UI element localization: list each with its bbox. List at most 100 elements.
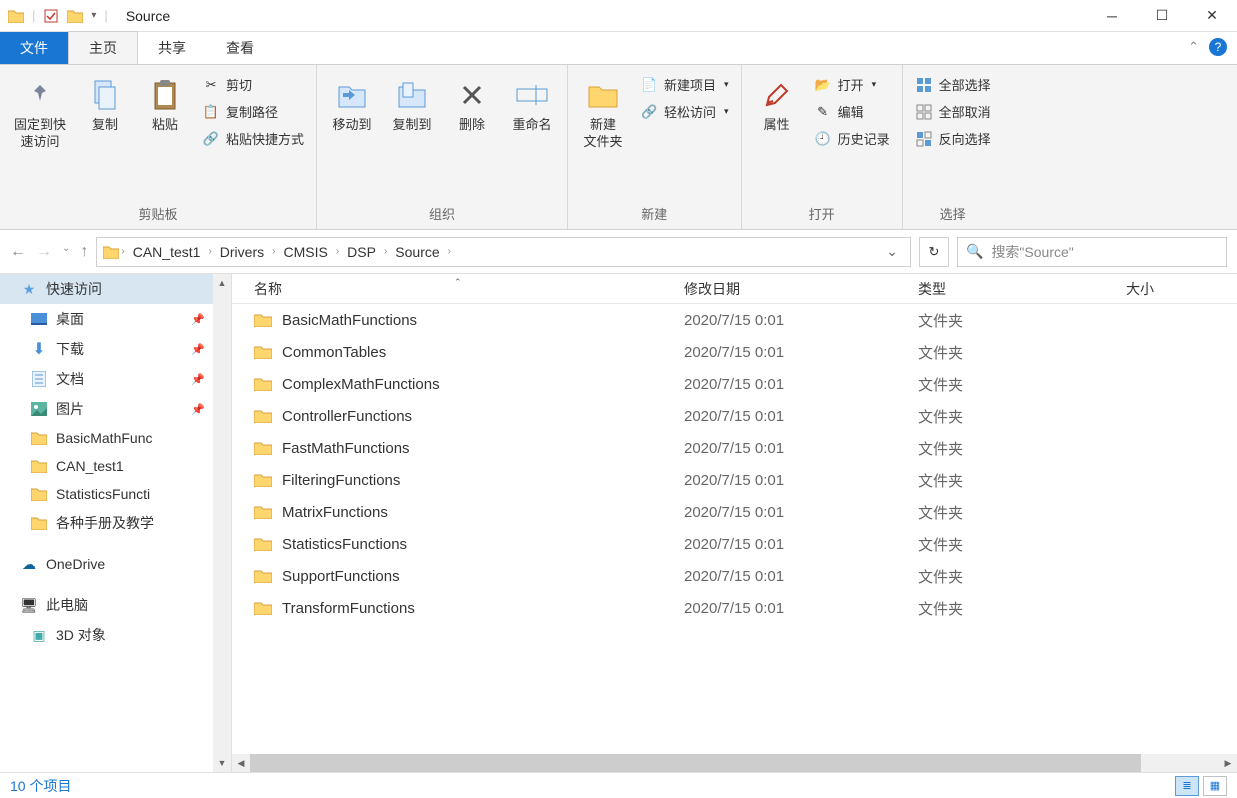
sidebar-item[interactable]: CAN_test1 [0,452,231,480]
table-row[interactable]: ComplexMathFunctions2020/7/15 0:01文件夹 [232,368,1237,400]
properties-button[interactable]: 属性 [750,73,804,138]
help-icon[interactable]: ? [1209,38,1227,56]
table-row[interactable]: BasicMathFunctions2020/7/15 0:01文件夹 [232,304,1237,336]
qat-folder-icon[interactable] [67,9,83,23]
minimize-button[interactable]: ─ [1087,0,1137,32]
pin-quick-access-button[interactable]: 固定到快 速访问 [8,73,72,155]
easy-access-button[interactable]: 🔗轻松访问▾ [636,100,733,123]
sidebar-item[interactable]: ⬇下载📌 [0,334,231,364]
paste-button[interactable]: 粘贴 [138,73,192,138]
scroll-left-icon[interactable]: ◀ [232,754,250,772]
maximize-button[interactable]: ☐ [1137,0,1187,32]
sidebar-item[interactable]: BasicMathFunc [0,424,231,452]
open-button[interactable]: 📂打开▾ [810,73,894,96]
table-row[interactable]: FilteringFunctions2020/7/15 0:01文件夹 [232,464,1237,496]
sidebar-item[interactable]: 文档📌 [0,364,231,394]
group-clipboard: 固定到快 速访问 复制 粘贴 ✂剪切 📋复制路径 🔗粘贴快捷方式 剪贴板 [0,65,317,229]
scroll-thumb[interactable] [250,754,1141,772]
select-none-button[interactable]: 全部取消 [911,100,995,123]
sidebar-item-label: StatisticsFuncti [56,486,150,502]
breadcrumb-dropdown[interactable]: ⌄ [880,243,904,260]
copy-to-button[interactable]: 复制到 [385,73,439,138]
back-button[interactable]: ← [10,243,26,261]
tab-file[interactable]: 文件 [0,32,68,64]
folder-icon [254,313,272,327]
close-button[interactable]: ✕ [1187,0,1237,32]
sidebar-this-pc[interactable]: 🖥 此电脑 [0,590,231,620]
chevron-right-icon[interactable]: › [336,246,339,257]
refresh-button[interactable]: ↻ [919,237,949,267]
crumb-1[interactable]: Drivers [214,244,270,260]
history-button[interactable]: 🕘历史记录 [810,127,894,150]
up-button[interactable]: ↑ [80,243,88,261]
file-type: 文件夹 [918,374,1126,395]
sidebar-scrollbar[interactable]: ▲ ▼ [213,274,231,772]
qat-properties-icon[interactable] [43,8,59,24]
chevron-right-icon[interactable]: › [272,246,275,257]
sidebar-quick-access[interactable]: ★ 快速访问 [0,274,231,304]
scroll-down-icon[interactable]: ▼ [213,754,231,772]
copy-button[interactable]: 复制 [78,73,132,138]
pin-icon: 📌 [191,373,205,386]
scroll-right-icon[interactable]: ▶ [1219,754,1237,772]
delete-button[interactable]: 删除 [445,73,499,138]
crumb-3[interactable]: DSP [341,244,382,260]
sidebar: ★ 快速访问 桌面📌⬇下载📌文档📌图片📌BasicMathFuncCAN_tes… [0,274,232,772]
navbar: ← → ⌄ ↑ › CAN_test1 › Drivers › CMSIS › … [0,230,1237,274]
recent-dropdown[interactable]: ⌄ [62,243,70,261]
ribbon-tabs: 文件 主页 共享 查看 ⌃ ? [0,32,1237,64]
table-row[interactable]: CommonTables2020/7/15 0:01文件夹 [232,336,1237,368]
sidebar-item[interactable]: 桌面📌 [0,304,231,334]
view-details-button[interactable]: ≣ [1175,776,1199,796]
move-to-button[interactable]: 移动到 [325,73,379,138]
crumb-4[interactable]: Source [389,244,445,260]
table-row[interactable]: TransformFunctions2020/7/15 0:01文件夹 [232,592,1237,624]
sidebar-item[interactable]: 各种手册及教学 [0,508,231,538]
file-type: 文件夹 [918,598,1126,619]
edit-button[interactable]: ✎编辑 [810,100,894,123]
table-row[interactable]: ControllerFunctions2020/7/15 0:01文件夹 [232,400,1237,432]
file-type: 文件夹 [918,438,1126,459]
table-row[interactable]: FastMathFunctions2020/7/15 0:01文件夹 [232,432,1237,464]
col-type[interactable]: 类型 [918,279,1126,299]
copy-path-button[interactable]: 📋复制路径 [198,100,308,123]
new-item-button[interactable]: 📄新建项目▾ [636,73,733,96]
sidebar-onedrive[interactable]: ☁ OneDrive [0,550,231,578]
group-clipboard-label: 剪贴板 [8,202,308,227]
paste-shortcut-button[interactable]: 🔗粘贴快捷方式 [198,127,308,150]
chevron-right-icon[interactable]: › [384,246,387,257]
table-row[interactable]: SupportFunctions2020/7/15 0:01文件夹 [232,560,1237,592]
search-box[interactable]: 🔍 搜索"Source" [957,237,1227,267]
view-large-button[interactable]: ▦ [1203,776,1227,796]
tab-view[interactable]: 查看 [206,32,274,64]
group-organize: 移动到 复制到 删除 重命名 组织 [317,65,568,229]
ribbon-collapse-icon[interactable]: ⌃ [1188,39,1199,55]
tab-share[interactable]: 共享 [138,32,206,64]
sidebar-item[interactable]: 图片📌 [0,394,231,424]
forward-button[interactable]: → [36,243,52,261]
sidebar-3d-objects[interactable]: ▣ 3D 对象 [0,620,231,650]
chevron-right-icon[interactable]: › [121,246,124,257]
scroll-up-icon[interactable]: ▲ [213,274,231,292]
rename-button[interactable]: 重命名 [505,73,559,138]
crumb-0[interactable]: CAN_test1 [127,244,207,260]
crumb-2[interactable]: CMSIS [277,244,333,260]
group-open: 属性 📂打开▾ ✎编辑 🕘历史记录 打开 [742,65,903,229]
new-folder-button[interactable]: 新建 文件夹 [576,73,630,155]
horizontal-scrollbar[interactable]: ◀ ▶ [232,754,1237,772]
table-row[interactable]: MatrixFunctions2020/7/15 0:01文件夹 [232,496,1237,528]
chevron-right-icon[interactable]: › [448,246,451,257]
sidebar-item[interactable]: StatisticsFuncti [0,480,231,508]
col-size[interactable]: 大小 [1126,279,1226,299]
breadcrumb[interactable]: › CAN_test1 › Drivers › CMSIS › DSP › So… [96,237,911,267]
desktop-icon [30,310,48,328]
col-name[interactable]: 名称⌃ [254,279,684,299]
qat-dropdown-icon[interactable]: ▾ [91,10,96,21]
tab-home[interactable]: 主页 [68,31,138,64]
col-date[interactable]: 修改日期 [684,279,918,299]
chevron-right-icon[interactable]: › [208,246,211,257]
cut-button[interactable]: ✂剪切 [198,73,308,96]
table-row[interactable]: StatisticsFunctions2020/7/15 0:01文件夹 [232,528,1237,560]
select-all-button[interactable]: 全部选择 [911,73,995,96]
invert-selection-button[interactable]: 反向选择 [911,127,995,150]
